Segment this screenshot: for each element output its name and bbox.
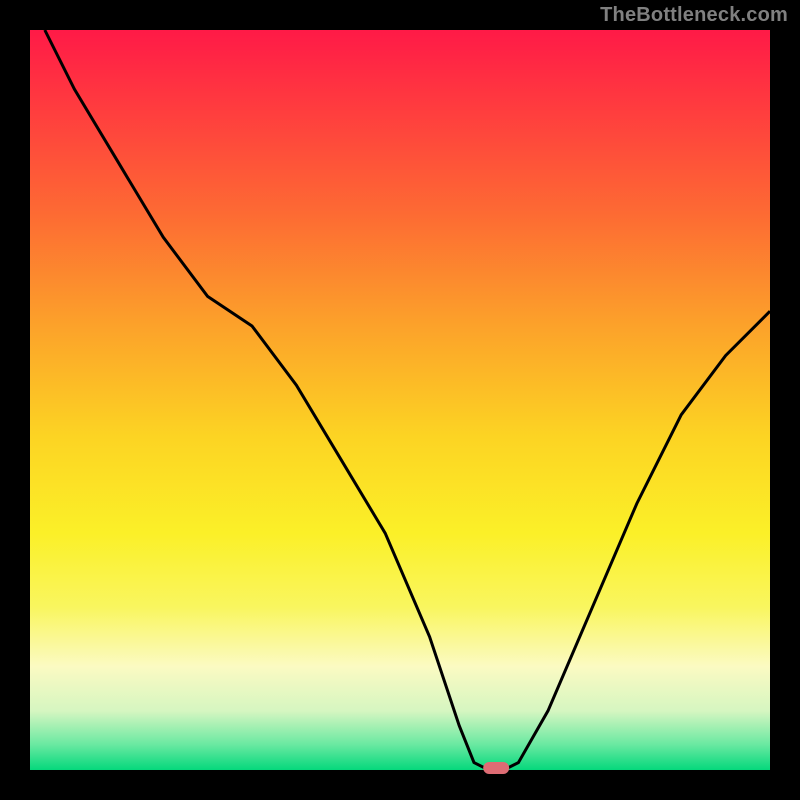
- bottleneck-chart: [0, 0, 800, 800]
- plot-area: [30, 30, 770, 770]
- optimal-marker: [483, 762, 509, 774]
- chart-container: TheBottleneck.com: [0, 0, 800, 800]
- watermark-text: TheBottleneck.com: [600, 4, 788, 27]
